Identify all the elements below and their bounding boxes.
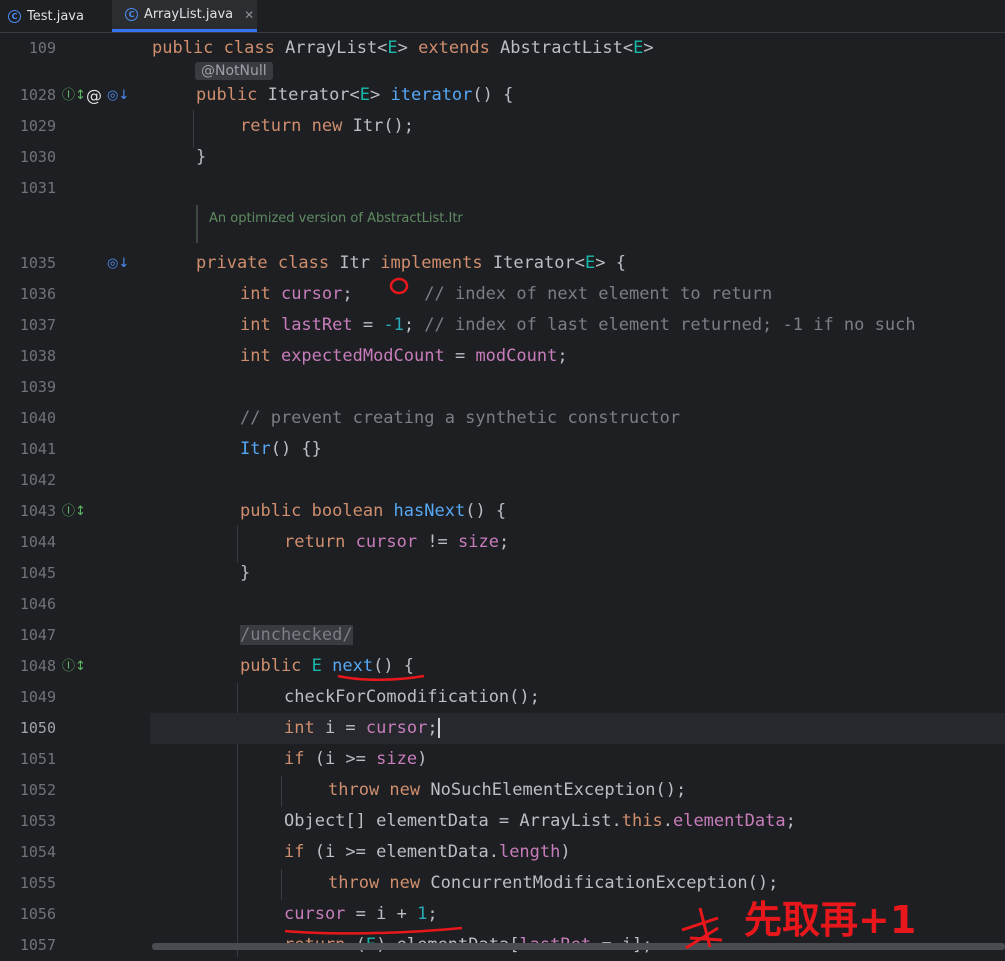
line-number: 1049 (19, 688, 56, 706)
code-line[interactable]: public E next() { (240, 651, 414, 682)
code-line[interactable]: throw new NoSuchElementException(); (328, 775, 686, 806)
line-number: 1044 (19, 533, 56, 551)
line-number: 1052 (19, 781, 56, 799)
code-line[interactable]: checkForComodification(); (284, 682, 540, 713)
line-number: 1035 (19, 254, 56, 272)
tab-label: Test.java (27, 8, 84, 24)
line-number: 1031 (19, 179, 56, 197)
close-icon[interactable]: ✕ (244, 8, 254, 22)
overriding-method-icon[interactable]: ◎↓ (107, 80, 129, 111)
code-line[interactable]: int i = cursor; (284, 713, 440, 744)
code-line[interactable]: } (196, 142, 206, 173)
code-comment[interactable]: // prevent creating a synthetic construc… (240, 403, 680, 434)
sticky-header: 109 public class ArrayList<E> extends Ab… (0, 33, 1005, 65)
code-line[interactable]: return cursor != size; (284, 527, 509, 558)
line-number: 1040 (19, 409, 56, 427)
line-number: 1053 (19, 812, 56, 830)
text-caret (437, 718, 440, 738)
line-number: 1043 (19, 502, 56, 520)
implementing-method-icon[interactable]: Ⓘ↕ (62, 496, 86, 527)
implementing-method-icon[interactable]: Ⓘ↕ (62, 80, 86, 111)
line-number: 1041 (19, 440, 56, 458)
code-line[interactable]: int expectedModCount = modCount; (240, 341, 568, 372)
line-number: 1030 (19, 148, 56, 166)
line-number: 1028 (19, 86, 56, 104)
line-number: 1048 (19, 657, 56, 675)
code-line[interactable]: int lastRet = -1; // index of last eleme… (240, 310, 916, 341)
code-line[interactable]: return new Itr(); (240, 111, 414, 142)
class-icon: C (125, 8, 138, 21)
line-number: 1042 (19, 471, 56, 489)
code-line[interactable]: } (240, 558, 250, 589)
line-number: 1050 (19, 719, 56, 737)
implementing-method-icon[interactable]: Ⓘ↕ (62, 651, 86, 682)
line-number: 1047 (19, 626, 56, 644)
line-number: 1036 (19, 285, 56, 303)
code-line[interactable]: int cursor; // index of next element to … (240, 279, 772, 310)
code-line[interactable]: if (i >= elementData.length) (284, 837, 571, 868)
line-number: 1055 (19, 874, 56, 892)
line-number: 1051 (19, 750, 56, 768)
code-line[interactable]: Object[] elementData = ArrayList.this.el… (284, 806, 796, 837)
code-line[interactable]: /unchecked/ (240, 620, 353, 651)
line-number: 1056 (19, 905, 56, 923)
code-line[interactable]: private class Itr implements Iterator<E>… (196, 248, 626, 279)
code-line[interactable]: Itr() {} (240, 434, 322, 465)
line-number: 1045 (19, 564, 56, 582)
line-number: 1038 (19, 347, 56, 365)
java-class-icon: C (8, 9, 21, 23)
line-number: 1029 (19, 117, 56, 135)
horizontal-scrollbar[interactable] (152, 943, 1005, 950)
tab-label: ArrayList.java (144, 7, 234, 22)
line-number: 1046 (19, 595, 56, 613)
tab-arraylist-java[interactable]: C ArrayList.java ✕ (112, 0, 257, 32)
code-line[interactable]: if (i >= size) (284, 744, 427, 775)
sticky-code[interactable]: public class ArrayList<E> extends Abstra… (152, 33, 654, 64)
code-line[interactable]: cursor = i + 1; (284, 899, 438, 930)
code-line[interactable]: public Iterator<E> iterator() { (196, 80, 513, 111)
editor-tab-bar: C Test.java C ArrayList.java ✕ (0, 0, 1005, 33)
code-line[interactable]: throw new ConcurrentModificationExceptio… (328, 868, 778, 899)
code-line[interactable]: public boolean hasNext() { (240, 496, 506, 527)
suppress-warnings-folded[interactable]: /unchecked/ (240, 625, 353, 645)
line-number: 1037 (19, 316, 56, 334)
tab-test-java[interactable]: C Test.java (8, 0, 108, 32)
line-number: 1054 (19, 843, 56, 861)
overriding-method-icon[interactable]: ◎↓ (107, 248, 129, 279)
line-number: 1039 (19, 378, 56, 396)
rendered-doc-comment: An optimized version of AbstractList.Itr (196, 205, 463, 243)
line-number: 109 (28, 39, 56, 57)
line-number: 1057 (19, 936, 56, 954)
notnull-inlay-hint: @NotNull (195, 62, 273, 80)
annotation-at-icon[interactable]: @ (86, 80, 102, 111)
